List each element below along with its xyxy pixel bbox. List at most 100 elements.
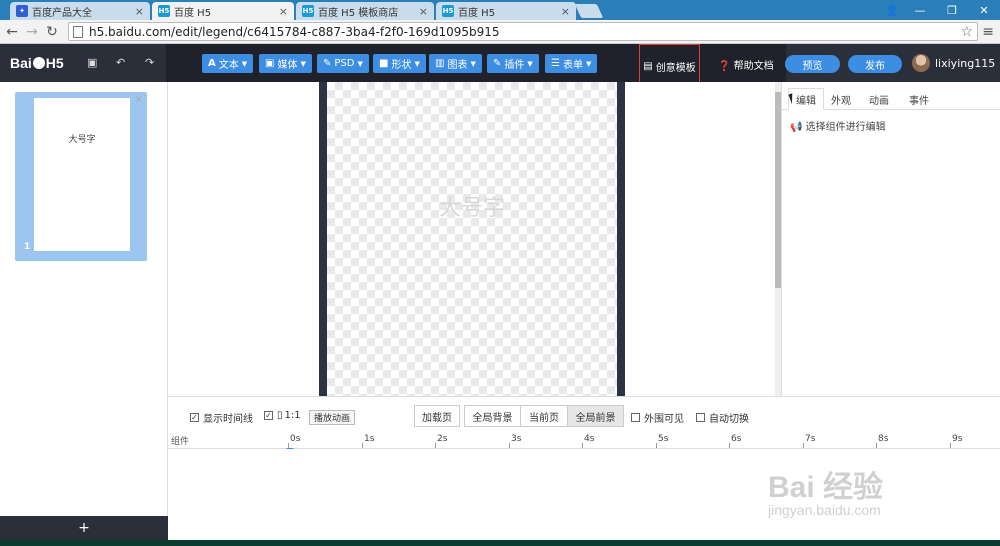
canvas-area: 大号字 xyxy=(168,82,776,396)
psd-tool-button[interactable]: ✎ PSD ▼ xyxy=(317,54,369,73)
auto-switch-checkbox[interactable]: 自动切换 xyxy=(696,410,749,425)
button-label: 当前页 xyxy=(529,412,559,424)
checkbox-label: 外围可见 xyxy=(644,414,684,425)
profile-icon[interactable]: 👤 xyxy=(880,0,904,20)
h5-favicon-icon: H5 xyxy=(302,5,314,17)
time-tick: 7s xyxy=(805,434,816,444)
restore-icon[interactable]: ❐ xyxy=(936,0,968,20)
tab-appearance[interactable]: 外观 xyxy=(824,88,858,110)
properties-tabs: 编辑 外观 动画 事件 xyxy=(782,88,1000,110)
component-column-label: 组件 xyxy=(171,437,190,447)
back-icon[interactable]: ← xyxy=(4,24,20,40)
help-docs-link[interactable]: ❓ 帮助文档 xyxy=(718,57,774,72)
hint-text: 选择组件进行编辑 xyxy=(805,122,886,133)
user-menu[interactable]: lixiying115 ▼ xyxy=(912,54,1000,72)
url-field[interactable]: h5.baidu.com/edit/legend/c6415784-c887-3… xyxy=(68,22,978,41)
phone-icon: ▯ xyxy=(277,410,283,421)
browser-tab-template-store[interactable]: H5 百度 H5 模板商店 × xyxy=(296,2,434,20)
page-number: 1 xyxy=(24,242,31,252)
baidu-icon: ✦ xyxy=(16,5,28,17)
page-icon xyxy=(73,25,83,38)
tick-mark xyxy=(656,443,657,448)
page-thumbnail[interactable]: 大号字 × 1 xyxy=(15,92,147,261)
baidu-jingyan-watermark: Bai 经验 xyxy=(768,471,884,504)
editing-canvas[interactable]: 大号字 xyxy=(327,82,617,396)
minimize-icon[interactable]: — xyxy=(904,0,936,20)
caret-down-icon: ▼ xyxy=(470,59,476,68)
tool-label: 文本 xyxy=(218,60,239,71)
tab-title: 百度 H5 模板商店 xyxy=(318,7,399,19)
close-icon[interactable]: × xyxy=(135,5,144,18)
browser-tab-baidu-h5[interactable]: H5 百度 H5 × xyxy=(152,2,294,20)
ratio-checkbox[interactable]: ✓ ▯ 1:1 xyxy=(264,410,301,421)
caret-down-icon: ▼ xyxy=(357,59,363,68)
close-icon[interactable]: × xyxy=(561,5,570,18)
image-icon: ▣ xyxy=(265,58,275,69)
text-tool-button[interactable]: A 文本 ▼ xyxy=(202,54,254,73)
tick-mark xyxy=(362,443,363,448)
tick-mark xyxy=(582,443,583,448)
browser-tab-baidu-products[interactable]: ✦ 百度产品大全 × xyxy=(10,2,150,20)
publish-button[interactable]: 发布 xyxy=(848,55,902,73)
text-icon: A xyxy=(208,58,216,69)
chart-icon: ▥ xyxy=(435,58,445,69)
tool-label: 形状 xyxy=(391,60,412,71)
chart-tool-button[interactable]: ▥ 图表 ▼ xyxy=(429,54,482,73)
current-page-tab[interactable]: 当前页 xyxy=(520,405,568,427)
caret-down-icon: ▼ xyxy=(585,59,592,68)
close-icon[interactable]: × xyxy=(419,5,428,18)
reload-icon[interactable]: ↻ xyxy=(44,24,60,40)
canvas-text-element[interactable]: 大号字 xyxy=(327,190,617,222)
time-tick: 3s xyxy=(511,434,522,444)
select-component-hint: 📢 选择组件进行编辑 xyxy=(790,118,886,133)
new-tab-button[interactable] xyxy=(574,4,604,18)
bookmark-star-icon[interactable]: ☆ xyxy=(960,24,973,40)
tab-label: 事件 xyxy=(909,95,929,107)
tool-label: 表单 xyxy=(562,60,583,71)
redo-icon[interactable]: ↷ xyxy=(145,56,154,69)
global-foreground-tab[interactable]: 全局前景 xyxy=(567,405,624,427)
psd-icon: ✎ xyxy=(323,58,332,69)
close-icon[interactable]: × xyxy=(279,5,288,18)
time-tick: 0s xyxy=(290,434,301,444)
form-tool-button[interactable]: ☰ 表单 ▼ xyxy=(545,54,598,73)
time-tick: 4s xyxy=(584,434,595,444)
baidu-h5-logo[interactable]: Bai H5 xyxy=(10,55,64,71)
delete-page-icon[interactable]: × xyxy=(135,94,143,105)
forward-icon[interactable]: → xyxy=(24,24,40,40)
tool-label: 图表 xyxy=(447,60,468,71)
properties-panel: 编辑 外观 动画 事件 📢 选择组件进行编辑 xyxy=(781,82,1000,396)
button-label: 全局前景 xyxy=(575,412,616,424)
checkbox-icon xyxy=(631,413,640,422)
preview-label: 预览 xyxy=(802,60,823,72)
undo-icon[interactable]: ↶ xyxy=(116,56,125,69)
megaphone-icon: 📢 xyxy=(790,122,803,133)
preview-button[interactable]: 预览 xyxy=(785,55,840,73)
tick-mark xyxy=(509,443,510,448)
plugin-tool-button[interactable]: ✎ 插件 ▼ xyxy=(487,54,539,73)
load-page-button[interactable]: 加载页 xyxy=(414,405,460,427)
tick-mark xyxy=(803,443,804,448)
play-animation-button[interactable]: 播放动画 xyxy=(309,410,356,425)
paw-icon xyxy=(32,57,45,69)
show-timeline-checkbox[interactable]: ✓ 显示时间线 xyxy=(190,410,253,425)
checkbox-checked-icon: ✓ xyxy=(190,413,199,422)
tab-animation[interactable]: 动画 xyxy=(862,88,896,110)
shape-tool-button[interactable]: ■ 形状 ▼ xyxy=(373,54,426,73)
tab-events[interactable]: 事件 xyxy=(902,88,936,110)
add-page-button[interactable]: + xyxy=(0,516,168,540)
outside-visible-checkbox[interactable]: 外围可见 xyxy=(631,410,684,425)
tick-mark xyxy=(729,443,730,448)
save-icon[interactable]: ▣ xyxy=(87,56,97,69)
browser-tab-baidu-h5-2[interactable]: H5 百度 H5 × xyxy=(436,2,576,20)
address-bar: ← → ↻ h5.baidu.com/edit/legend/c6415784-… xyxy=(0,20,1000,44)
close-window-icon[interactable]: ✕ xyxy=(968,0,1000,20)
timeline-controls: ✓ 显示时间线 ✓ ▯ 1:1 播放动画 加载页 全局背景 当前页 全局前景 外围可见… xyxy=(168,396,1000,431)
h5-favicon-icon: H5 xyxy=(442,5,454,17)
global-background-tab[interactable]: 全局背景 xyxy=(464,405,521,427)
watermark-url: jingyan.baidu.com xyxy=(768,502,881,518)
browser-menu-icon[interactable]: ≡ xyxy=(982,24,994,40)
pages-panel: 大号字 × 1 xyxy=(0,82,168,516)
checkbox-label: 自动切换 xyxy=(709,414,749,425)
media-tool-button[interactable]: ▣ 媒体 ▼ xyxy=(259,54,312,73)
